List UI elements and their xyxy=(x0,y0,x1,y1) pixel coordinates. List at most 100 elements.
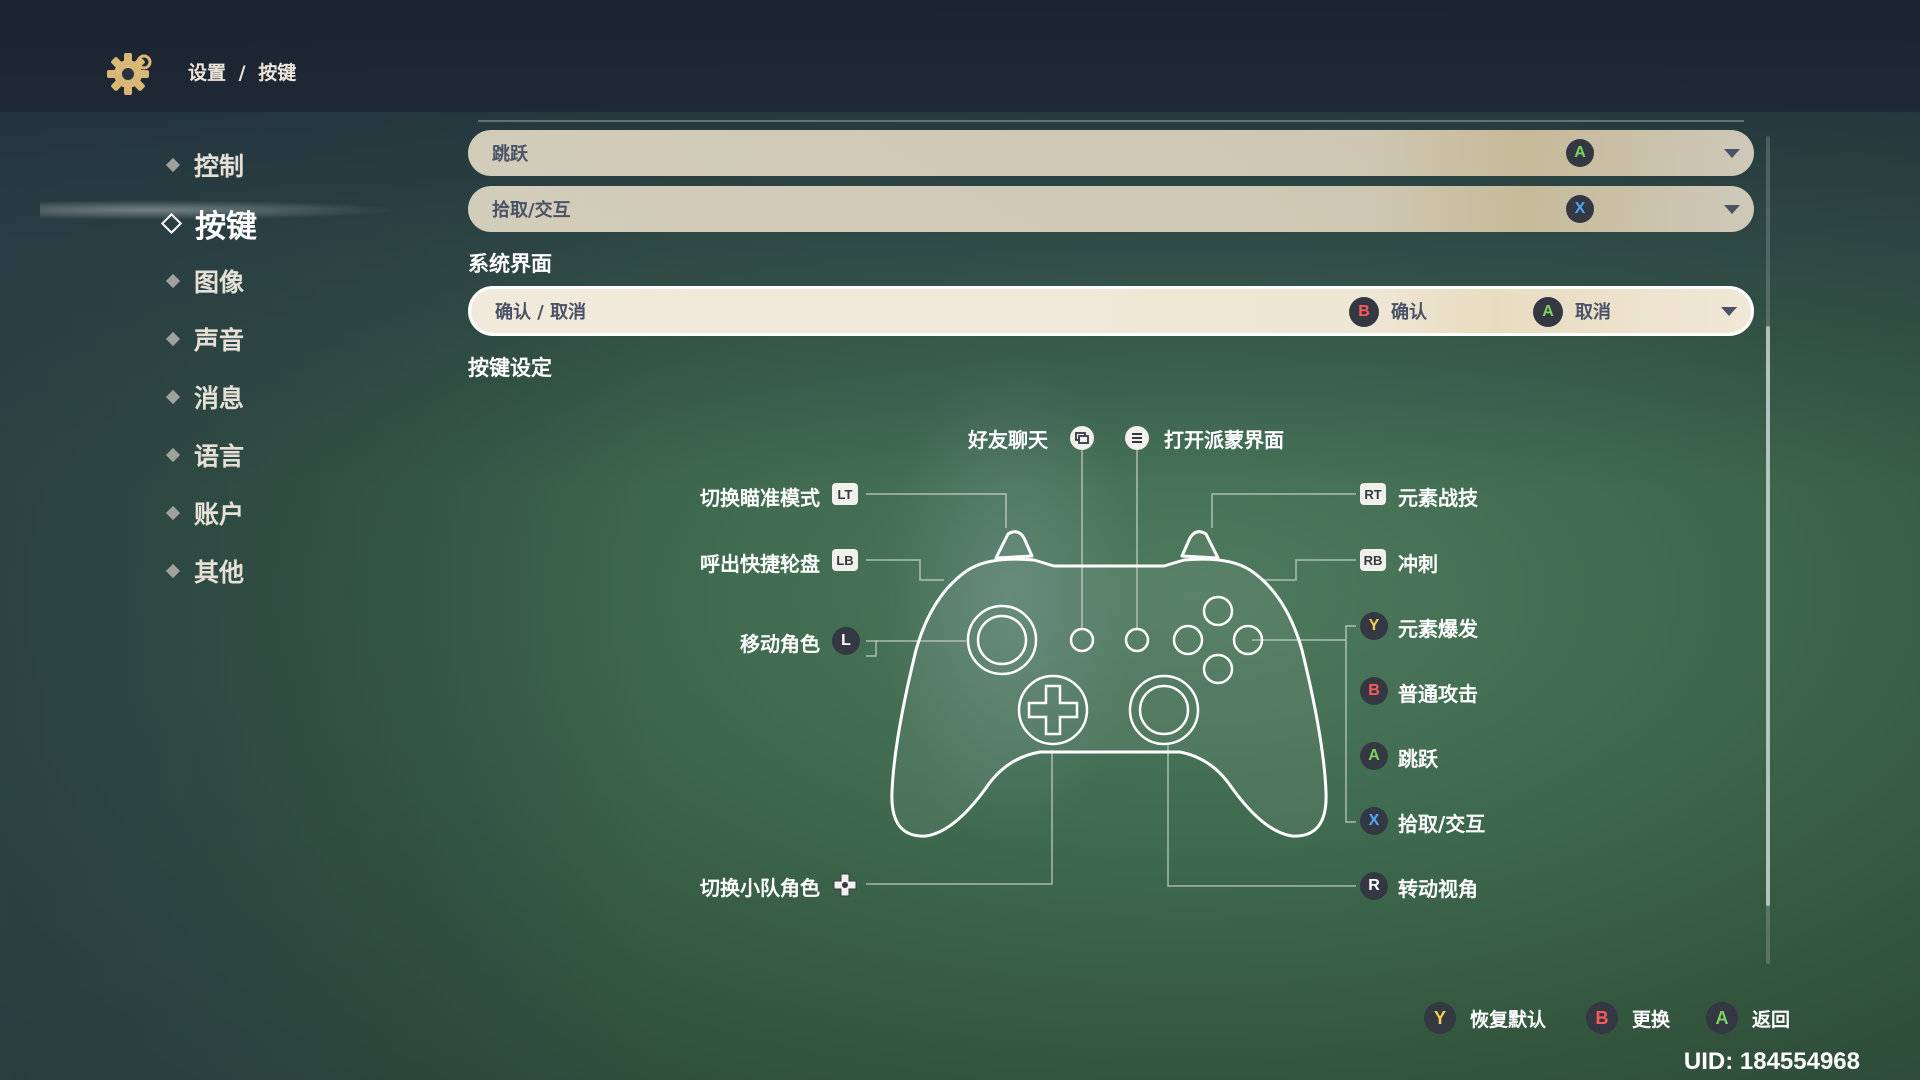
diamond-bullet-icon xyxy=(165,331,181,347)
dpad-icon xyxy=(833,873,857,897)
sidebar-item-keybinds[interactable]: 按键 xyxy=(160,194,460,252)
label-elemental-skill: 元素战技 xyxy=(1398,482,1478,511)
sidebar-item-label: 图像 xyxy=(194,268,245,297)
left-stick-icon: L xyxy=(832,627,860,655)
b-button-icon: B xyxy=(1349,297,1379,327)
label-text: 呼出快捷轮盘 xyxy=(700,552,820,576)
label-text: 切换小队角色 xyxy=(700,876,820,900)
rt-button-icon: RT xyxy=(1360,483,1386,505)
label-text: 好友聊天 xyxy=(968,428,1048,452)
label-text: 切换瞄准模式 xyxy=(700,486,820,510)
breadcrumb-separator: / xyxy=(238,62,246,84)
label-text: 拾取/交互 xyxy=(1398,812,1486,836)
a-button-icon: A xyxy=(1566,139,1594,167)
label-normal-attack: 普通攻击 xyxy=(1398,678,1478,707)
breadcrumb-settings[interactable]: 设置 xyxy=(188,62,226,84)
dropdown-arrow-icon[interactable] xyxy=(1724,204,1740,214)
lt-button-icon: LT xyxy=(832,483,858,505)
rb-button-icon: RB xyxy=(1360,549,1386,571)
back-button[interactable]: A 返回 xyxy=(1706,1002,1790,1034)
x-button-icon: X xyxy=(1566,195,1594,223)
keybind-content: 跳跃 A 拾取/交互 X 系统界面 确认 / 取消 B 确认 A 取消 按键设定 xyxy=(468,120,1754,390)
diamond-bullet-icon xyxy=(165,505,181,521)
label-text: 普通攻击 xyxy=(1398,682,1478,706)
diamond-bullet-icon xyxy=(165,447,181,463)
sidebar-item-graphics[interactable]: 图像 xyxy=(160,252,460,310)
b-button-icon: B xyxy=(1360,677,1388,705)
label-text: 打开派蒙界面 xyxy=(1164,428,1284,452)
sidebar-item-other[interactable]: 其他 xyxy=(160,542,460,600)
label-text: 元素战技 xyxy=(1398,486,1478,510)
sidebar-item-controls[interactable]: 控制 xyxy=(160,136,460,194)
breadcrumb-keybinds: 按键 xyxy=(258,62,297,84)
label-text: 元素爆发 xyxy=(1398,617,1478,641)
label-elemental-burst: 元素爆发 xyxy=(1398,613,1478,642)
keybind-row-jump[interactable]: 跳跃 A xyxy=(468,130,1754,176)
restore-default-button[interactable]: Y 恢复默认 xyxy=(1424,1002,1546,1034)
scrollbar-thumb[interactable] xyxy=(1766,326,1770,906)
a-button-icon: A xyxy=(1533,297,1563,327)
top-bar: 设置 / 按键 xyxy=(0,0,1920,112)
label-text: 转动视角 xyxy=(1398,877,1478,901)
x-button-icon: X xyxy=(1360,807,1388,835)
b-button-icon: B xyxy=(1586,1002,1618,1034)
right-stick-icon: R xyxy=(1360,872,1388,900)
label-text: 跳跃 xyxy=(1398,747,1438,771)
label-pickup: 拾取/交互 xyxy=(1398,808,1485,837)
sidebar-item-label: 消息 xyxy=(194,384,245,413)
sidebar-item-label: 控制 xyxy=(194,152,245,181)
diamond-bullet-icon xyxy=(165,389,181,405)
sidebar-item-language[interactable]: 语言 xyxy=(160,426,460,484)
change-label: 更换 xyxy=(1632,1008,1671,1031)
sidebar-item-label: 声音 xyxy=(194,326,245,355)
scrollbar[interactable] xyxy=(1766,136,1770,964)
diamond-outline-icon xyxy=(160,212,183,234)
label-jump: 跳跃 xyxy=(1398,743,1438,772)
label-text: 移动角色 xyxy=(740,632,820,656)
label-sprint: 冲刺 xyxy=(1398,548,1438,577)
keybind-label: 跳跃 xyxy=(492,144,528,165)
gear-icon xyxy=(107,53,152,95)
sidebar-item-label: 语言 xyxy=(194,442,245,471)
label-rotate-camera: 转动视角 xyxy=(1398,873,1478,902)
sidebar-item-messages[interactable]: 消息 xyxy=(160,368,460,426)
sidebar-item-audio[interactable]: 声音 xyxy=(160,310,460,368)
dropdown-arrow-icon[interactable] xyxy=(1724,148,1740,158)
label-aim-mode: 切换瞄准模式 xyxy=(700,482,820,511)
label-text: 冲刺 xyxy=(1398,552,1438,576)
keybind-label: 拾取/交互 xyxy=(492,200,571,221)
sidebar-item-label: 账户 xyxy=(194,500,245,529)
y-button-icon: Y xyxy=(1360,612,1388,640)
lb-button-icon: LB xyxy=(832,549,858,571)
controller-outline-icon xyxy=(890,530,1328,838)
sidebar-item-label: 其他 xyxy=(194,558,245,587)
label-quick-wheel: 呼出快捷轮盘 xyxy=(700,548,820,577)
view-button-icon xyxy=(1070,426,1094,450)
settings-sidebar: 控制 按键 图像 声音 消息 语言 账户 其他 xyxy=(160,136,460,600)
diamond-bullet-icon xyxy=(165,157,181,173)
diamond-bullet-icon xyxy=(165,273,181,289)
label-switch-party: 切换小队角色 xyxy=(700,872,820,901)
keybind-label: 确认 / 取消 xyxy=(495,302,587,323)
sidebar-item-account[interactable]: 账户 xyxy=(160,484,460,542)
cancel-text: 取消 xyxy=(1575,302,1611,323)
uid-label: UID: 184554968 xyxy=(1683,1048,1860,1075)
y-button-icon: Y xyxy=(1424,1002,1456,1034)
change-button[interactable]: B 更换 xyxy=(1586,1002,1670,1034)
restore-default-label: 恢复默认 xyxy=(1470,1008,1547,1031)
label-paimon-menu: 打开派蒙界面 xyxy=(1164,424,1284,453)
section-title-keymap: 按键设定 xyxy=(468,356,552,380)
menu-button-icon xyxy=(1125,426,1149,450)
keybind-row-confirm-cancel[interactable]: 确认 / 取消 B 确认 A 取消 xyxy=(468,286,1754,336)
a-button-icon: A xyxy=(1706,1002,1738,1034)
confirm-text: 确认 xyxy=(1391,302,1427,323)
dropdown-arrow-icon[interactable] xyxy=(1721,306,1737,316)
divider xyxy=(478,120,1744,122)
section-title-system: 系统界面 xyxy=(468,252,552,276)
a-button-icon: A xyxy=(1360,742,1388,770)
keybind-row-pickup[interactable]: 拾取/交互 X xyxy=(468,186,1754,232)
diamond-bullet-icon xyxy=(165,563,181,579)
sidebar-item-label: 按键 xyxy=(195,208,257,245)
label-friend-chat: 好友聊天 xyxy=(968,424,1048,453)
label-move-character: 移动角色 xyxy=(740,628,820,657)
